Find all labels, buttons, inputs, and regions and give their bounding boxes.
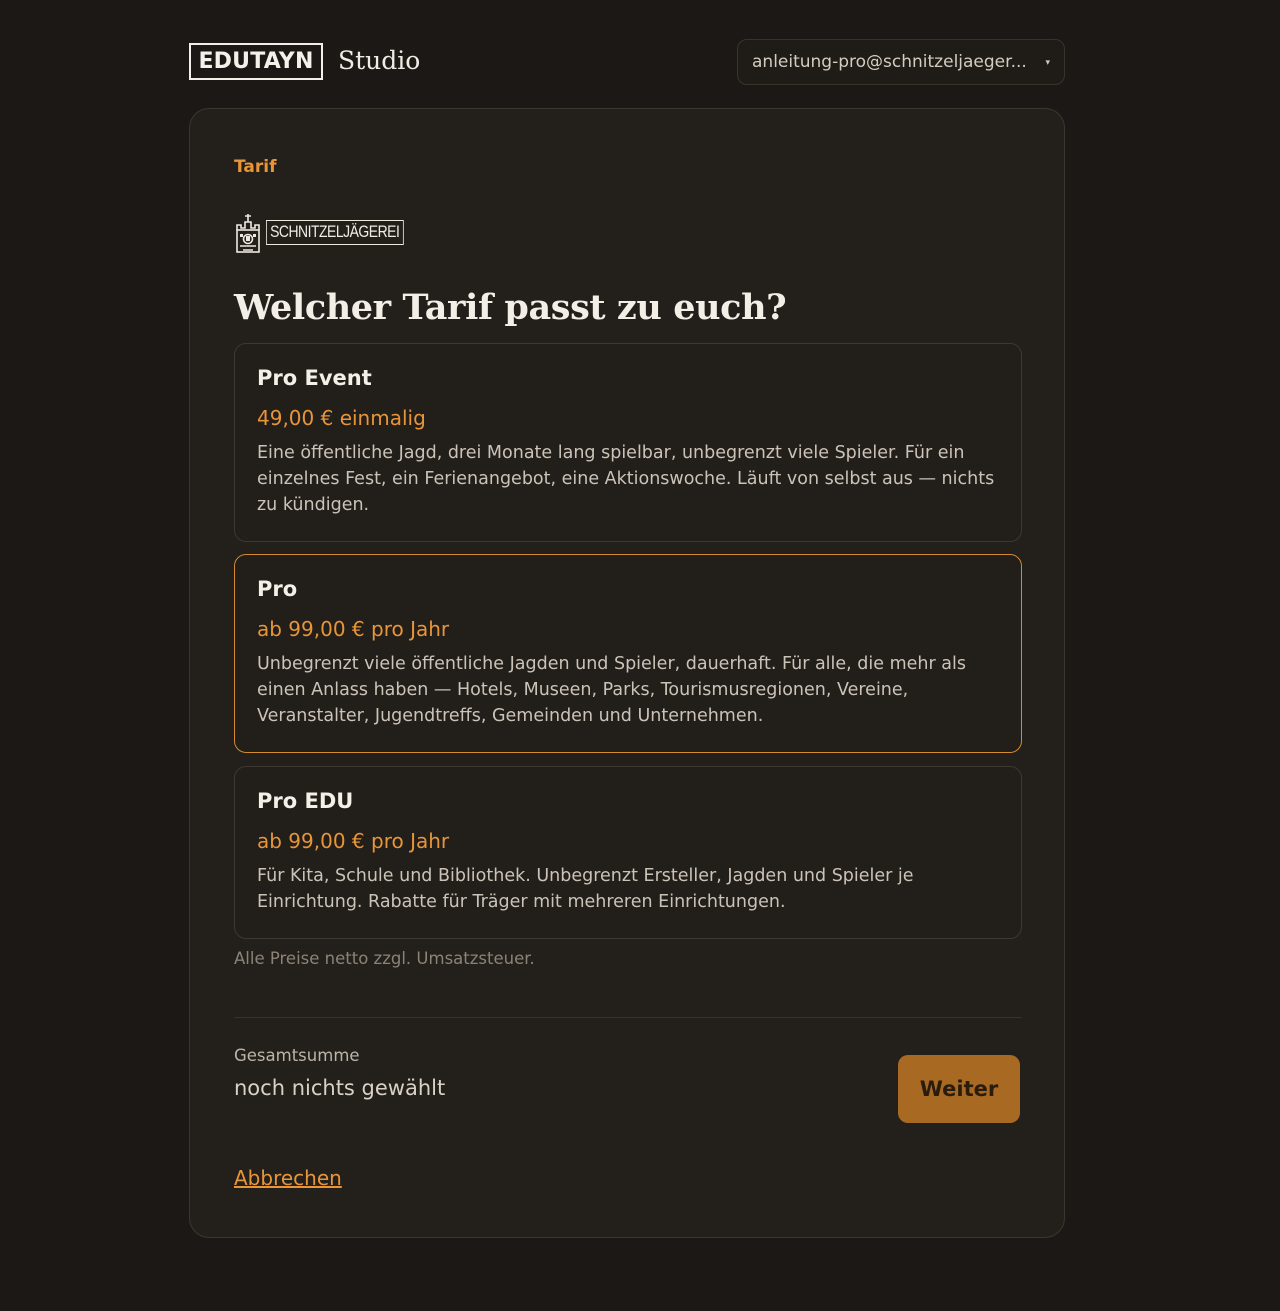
cancel-link[interactable]: Abbrechen: [234, 1166, 342, 1190]
total-label: Gesamtsumme: [234, 1046, 360, 1065]
top-bar: EDUTAYN Studio anleitung-pro@schnitzelja…: [189, 39, 1065, 85]
plan-option-pro-edu[interactable]: Pro EDU ab 99,00 € pro Jahr Für Kita, Sc…: [234, 766, 1022, 939]
total-value: noch nichts gewählt: [234, 1076, 446, 1100]
divider: [234, 1017, 1022, 1018]
organization-logo: SCHNITZELJÄGEREI: [234, 209, 434, 255]
brand-logo[interactable]: EDUTAYN: [189, 43, 323, 80]
plan-price: 49,00 € einmalig: [257, 406, 426, 430]
product-name: Studio: [338, 46, 421, 75]
castle-emblem-icon: [236, 214, 260, 253]
plan-description: Unbegrenzt viele öffentliche Jagden und …: [257, 654, 966, 726]
plan-name: Pro EDU: [257, 789, 354, 813]
chevron-down-icon: ▾: [1045, 58, 1050, 68]
plan-option-pro[interactable]: Pro ab 99,00 € pro Jahr Unbegrenzt viele…: [234, 554, 1022, 753]
plan-description: Eine öffentliche Jagd, drei Monate lang …: [257, 443, 995, 515]
account-email: anleitung-pro@schnitzeljaeger...: [752, 52, 1027, 72]
plan-price: ab 99,00 € pro Jahr: [257, 829, 450, 853]
next-button[interactable]: Weiter: [898, 1055, 1020, 1123]
plan-price: ab 99,00 € pro Jahr: [257, 617, 450, 641]
account-switcher[interactable]: anleitung-pro@schnitzeljaeger... ▾: [737, 39, 1065, 85]
plan-selection-card: Tarif SCHNITZELJÄGEREI Welcher Tarif pas…: [189, 108, 1065, 1238]
plan-option-pro-event[interactable]: Pro Event 49,00 € einmalig Eine öffentli…: [234, 343, 1022, 542]
page-title: Welcher Tarif passt zu euch?: [234, 287, 787, 328]
plan-description: Für Kita, Schule und Bibliothek. Unbegre…: [257, 866, 914, 912]
plan-name: Pro Event: [257, 366, 372, 390]
plan-name: Pro: [257, 577, 298, 601]
tax-note: Alle Preise netto zzgl. Umsatzsteuer.: [234, 949, 535, 968]
organization-logo-wordmark: SCHNITZELJÄGEREI: [266, 219, 404, 245]
step-label: Tarif: [234, 157, 277, 177]
